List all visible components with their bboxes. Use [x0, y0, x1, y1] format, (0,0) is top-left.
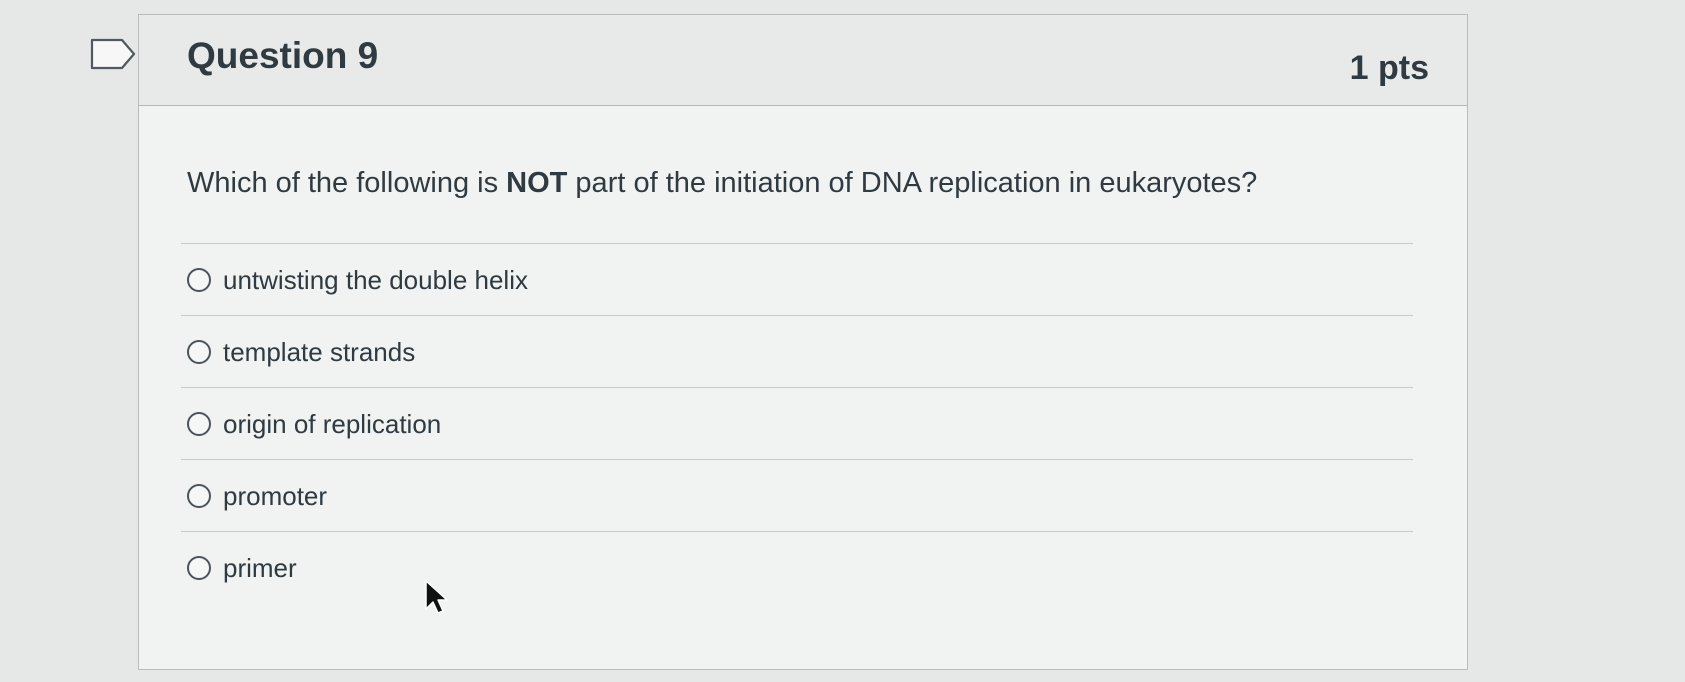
question-prompt-emphasis: NOT [506, 167, 568, 199]
answer-option-primer[interactable]: primer [181, 531, 1413, 603]
answer-label: template strands [223, 336, 416, 367]
answer-option-template-strands[interactable]: template strands [181, 315, 1413, 387]
answer-label: origin of replication [223, 408, 442, 439]
answer-label: untwisting the double helix [223, 264, 528, 295]
radio-icon[interactable] [187, 339, 211, 364]
answer-option-untwisting[interactable]: untwisting the double helix [181, 243, 1413, 315]
question-prompt: Which of the following is NOT part of th… [187, 167, 1257, 200]
question-title: Question 9 [187, 35, 379, 76]
question-header: Question 9 1 pts [139, 15, 1467, 106]
flag-icon[interactable] [90, 38, 136, 70]
question-prompt-before: Which of the following is [187, 167, 507, 199]
answer-list: untwisting the double helix template str… [181, 243, 1413, 603]
radio-icon[interactable] [187, 555, 211, 580]
answer-option-origin-of-replication[interactable]: origin of replication [181, 387, 1413, 459]
answer-label: primer [223, 552, 297, 583]
radio-icon[interactable] [187, 411, 211, 436]
answer-option-promoter[interactable]: promoter [181, 459, 1413, 531]
question-card: Question 9 1 pts Which of the following … [138, 14, 1468, 670]
radio-icon[interactable] [187, 483, 211, 508]
answer-label: promoter [223, 480, 328, 511]
question-prompt-after: part of the initiation of DNA replicatio… [567, 167, 1258, 199]
question-points: 1 pts [1349, 49, 1429, 87]
radio-icon[interactable] [187, 267, 211, 292]
cursor-icon [425, 580, 448, 614]
